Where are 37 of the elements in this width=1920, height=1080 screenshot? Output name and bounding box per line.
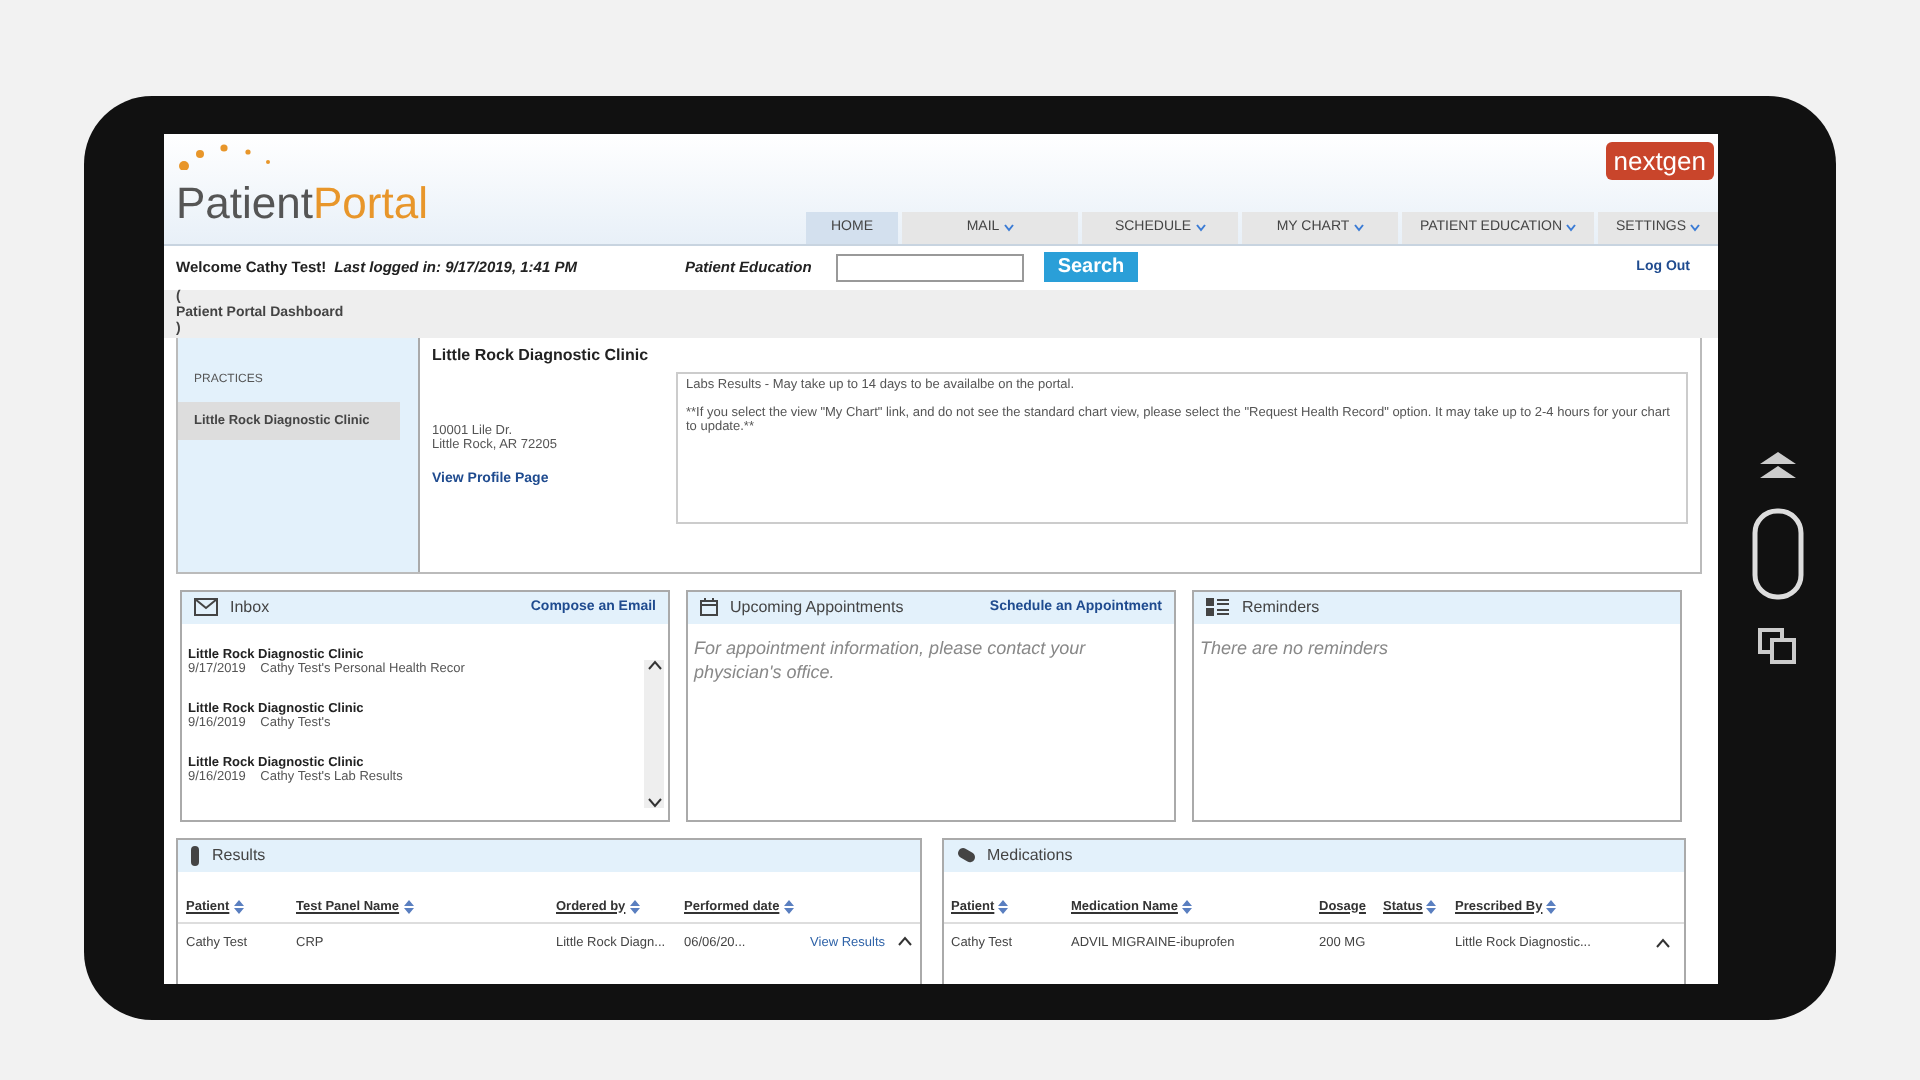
home-button-icon[interactable] — [1751, 508, 1803, 600]
chevron-icon — [1566, 223, 1577, 231]
sort-icon[interactable] — [1426, 899, 1437, 913]
appointments-message: For appointment information, please contact your physician's office. — [691, 635, 1088, 686]
card-title: Reminders — [1242, 598, 1320, 616]
search-field[interactable] — [835, 253, 1024, 281]
reminders-message: There are no reminders — [1198, 635, 1391, 661]
sort-icon[interactable] — [629, 899, 640, 913]
grid-icon — [1206, 598, 1230, 616]
sort-icon[interactable] — [998, 899, 1009, 913]
windows-icon[interactable] — [1757, 628, 1797, 664]
eject-icon[interactable] — [1759, 452, 1795, 480]
pill-icon — [955, 847, 975, 863]
card-title: Upcoming Appointments — [730, 598, 904, 616]
sort-icon[interactable] — [403, 899, 414, 913]
clinic-name: Little Rock Diagnostic Clinic — [432, 345, 651, 363]
logo-text: PatientPortal — [176, 181, 428, 225]
sort-icon[interactable] — [233, 899, 244, 913]
chevron-icon — [1690, 223, 1700, 231]
brand-logo: nextgen — [1605, 141, 1714, 179]
test-tube-icon — [190, 845, 200, 865]
card-title: Inbox — [230, 598, 270, 616]
caret-icon[interactable] — [897, 935, 911, 945]
caret-icon[interactable] — [1656, 937, 1670, 947]
caret-icon[interactable] — [647, 659, 661, 669]
card-title: Results — [212, 846, 266, 864]
chevron-icon — [1195, 223, 1206, 231]
envelope-icon — [194, 598, 218, 616]
sort-icon[interactable] — [1546, 899, 1557, 913]
card-title: Medications — [987, 846, 1073, 864]
chevron-icon — [1003, 223, 1014, 231]
sort-icon[interactable] — [783, 899, 794, 913]
calendar-icon — [700, 598, 718, 616]
scrollbar[interactable] — [644, 659, 664, 807]
caret-icon[interactable] — [647, 797, 661, 807]
sort-icon[interactable] — [1181, 899, 1192, 913]
chevron-icon — [1353, 223, 1364, 231]
